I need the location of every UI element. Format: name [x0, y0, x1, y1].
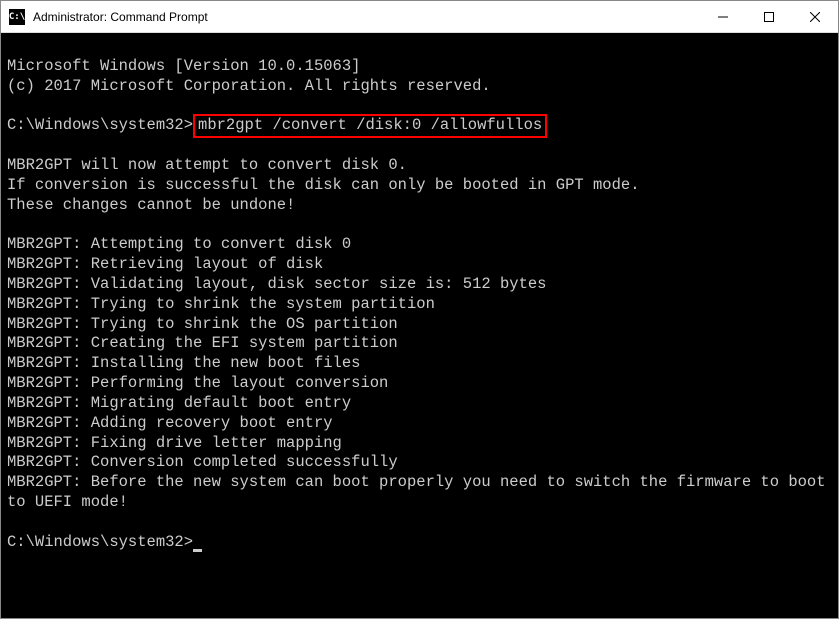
cmd-icon: C:\ — [9, 9, 25, 25]
terminal-line: MBR2GPT: Adding recovery boot entry — [7, 414, 333, 432]
minimize-button[interactable] — [700, 1, 746, 33]
window-title: Administrator: Command Prompt — [33, 10, 208, 24]
terminal-line: MBR2GPT: Installing the new boot files — [7, 354, 360, 372]
close-button[interactable] — [792, 1, 838, 33]
terminal-line: If conversion is successful the disk can… — [7, 176, 640, 194]
terminal-line: MBR2GPT: Fixing drive letter mapping — [7, 434, 342, 452]
terminal-line: Microsoft Windows [Version 10.0.15063] — [7, 57, 360, 75]
maximize-button[interactable] — [746, 1, 792, 33]
maximize-icon — [764, 12, 774, 22]
terminal-line: MBR2GPT: Performing the layout conversio… — [7, 374, 388, 392]
terminal-line: MBR2GPT: Conversion completed successful… — [7, 453, 398, 471]
terminal-line: These changes cannot be undone! — [7, 196, 295, 214]
command-prompt-window: C:\ Administrator: Command Prompt Micros… — [0, 0, 839, 619]
titlebar[interactable]: C:\ Administrator: Command Prompt — [1, 1, 838, 33]
prompt-prefix: C:\Windows\system32> — [7, 533, 193, 551]
terminal-line: MBR2GPT: Before the new system can boot … — [7, 473, 835, 511]
terminal-line: MBR2GPT: Validating layout, disk sector … — [7, 275, 547, 293]
terminal-content[interactable]: Microsoft Windows [Version 10.0.15063] (… — [1, 33, 838, 618]
titlebar-left: C:\ Administrator: Command Prompt — [1, 9, 208, 25]
minimize-icon — [718, 12, 728, 22]
terminal-line: MBR2GPT: Retrieving layout of disk — [7, 255, 323, 273]
terminal-line: MBR2GPT will now attempt to convert disk… — [7, 156, 407, 174]
terminal-line: MBR2GPT: Migrating default boot entry — [7, 394, 351, 412]
terminal-line: MBR2GPT: Attempting to convert disk 0 — [7, 235, 351, 253]
terminal-line: MBR2GPT: Trying to shrink the system par… — [7, 295, 435, 313]
terminal-line: MBR2GPT: Creating the EFI system partiti… — [7, 334, 398, 352]
terminal-line: (c) 2017 Microsoft Corporation. All righ… — [7, 77, 491, 95]
prompt-prefix: C:\Windows\system32> — [7, 116, 193, 134]
cursor — [193, 549, 202, 552]
window-controls — [700, 1, 838, 33]
close-icon — [810, 12, 820, 22]
highlighted-command: mbr2gpt /convert /disk:0 /allowfullos — [193, 114, 547, 138]
terminal-line: MBR2GPT: Trying to shrink the OS partiti… — [7, 315, 398, 333]
